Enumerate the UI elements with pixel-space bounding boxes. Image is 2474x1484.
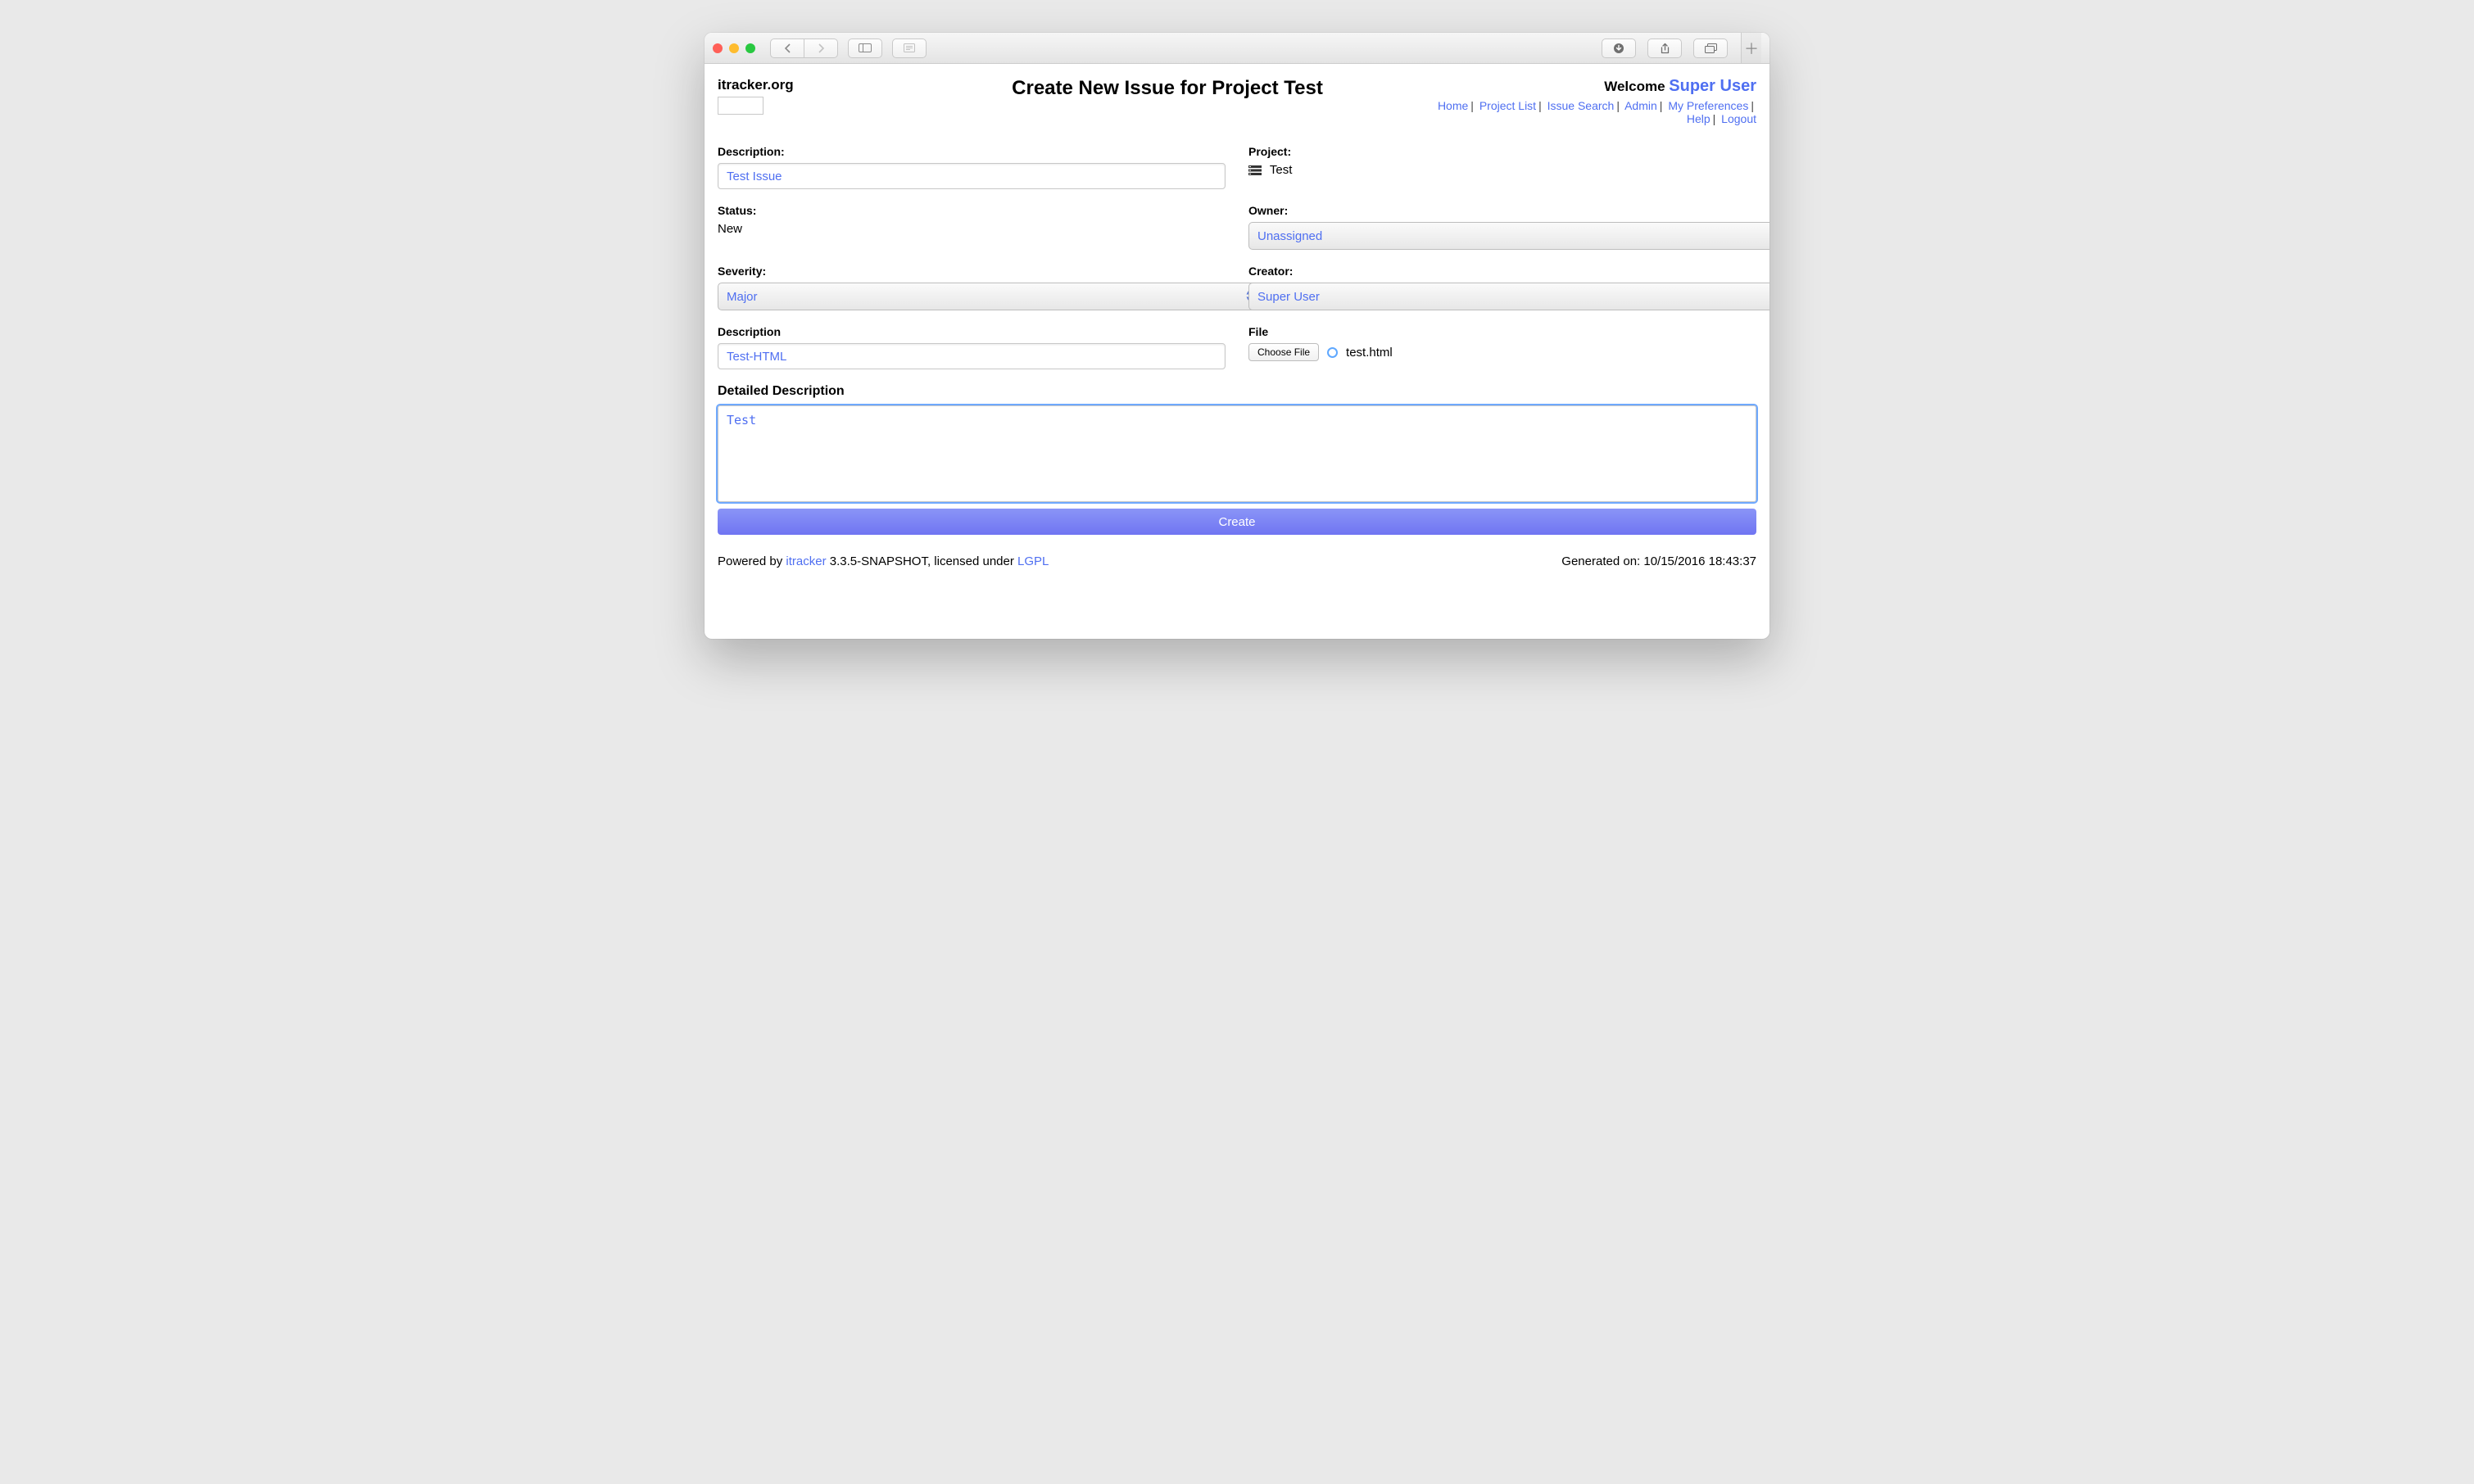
current-user: Super User: [1669, 77, 1756, 95]
powered-by-prefix: Powered by: [718, 554, 786, 568]
close-window-button[interactable]: [713, 43, 723, 53]
label-severity: Severity:: [718, 265, 1226, 278]
product-link[interactable]: itracker: [786, 554, 826, 568]
creator-select-value: Super User: [1257, 290, 1320, 304]
share-button[interactable]: [1647, 38, 1682, 58]
create-button[interactable]: Create: [718, 509, 1756, 535]
nav-project-list[interactable]: Project List: [1479, 99, 1536, 112]
welcome-prefix: Welcome: [1604, 79, 1669, 94]
label-file: File: [1248, 325, 1756, 338]
label-project: Project:: [1248, 145, 1756, 158]
sidebar-icon: [859, 43, 872, 52]
nav-back-forward: [770, 38, 838, 58]
new-tab-button[interactable]: ＋: [1741, 33, 1761, 63]
label-description: Description:: [718, 145, 1226, 158]
reader-button[interactable]: [892, 38, 927, 58]
footer-generated: Generated on: 10/15/2016 18:43:37: [1561, 554, 1756, 568]
site-title: itracker.org: [718, 77, 931, 93]
titlebar: ＋: [705, 33, 1769, 64]
project-name: Test: [1270, 163, 1293, 177]
welcome-text: Welcome Super User: [1404, 77, 1756, 96]
minimize-window-button[interactable]: [729, 43, 739, 53]
version-license-text: 3.3.5-SNAPSHOT, licensed under: [827, 554, 1017, 568]
creator-select[interactable]: Super User ▲▼: [1248, 283, 1769, 310]
page-footer: Powered by itracker 3.3.5-SNAPSHOT, lice…: [718, 554, 1756, 568]
downloads-button[interactable]: [1602, 38, 1636, 58]
footer-left: Powered by itracker 3.3.5-SNAPSHOT, lice…: [718, 554, 1049, 568]
reader-icon: [904, 43, 915, 52]
tabs-icon: [1705, 43, 1717, 53]
traffic-lights: [713, 43, 755, 53]
project-value: Test: [1248, 163, 1756, 177]
severity-select[interactable]: Major ▲▼: [718, 283, 1258, 310]
maximize-window-button[interactable]: [745, 43, 755, 53]
status-value: New: [718, 222, 1226, 236]
nav-issue-search[interactable]: Issue Search: [1547, 99, 1615, 112]
detailed-description-input[interactable]: [718, 405, 1756, 502]
nav-my-preferences[interactable]: My Preferences: [1668, 99, 1748, 112]
page-header: itracker.org Create New Issue for Projec…: [718, 77, 1756, 125]
page-content: itracker.org Create New Issue for Projec…: [705, 64, 1769, 639]
file-description-input[interactable]: [718, 343, 1226, 369]
owner-select-value: Unassigned: [1257, 229, 1322, 243]
sidebar-toggle-button[interactable]: [848, 38, 882, 58]
share-icon: [1660, 43, 1670, 54]
chevron-left-icon: [784, 43, 791, 53]
label-owner: Owner:: [1248, 204, 1756, 217]
top-nav: Home| Project List| Issue Search| Admin|…: [1404, 99, 1756, 125]
project-icon: [1248, 165, 1262, 175]
back-button[interactable]: [770, 38, 804, 58]
file-indicator-icon: [1327, 347, 1338, 358]
issue-form: Description: Project: Test Status: New O…: [718, 145, 1756, 384]
download-icon: [1613, 43, 1624, 54]
forward-button[interactable]: [804, 38, 838, 58]
label-creator: Creator:: [1248, 265, 1756, 278]
nav-help[interactable]: Help: [1687, 112, 1711, 125]
choose-file-button[interactable]: Choose File: [1248, 343, 1319, 361]
nav-admin[interactable]: Admin: [1624, 99, 1657, 112]
chevron-right-icon: [818, 43, 825, 53]
file-name: test.html: [1346, 346, 1393, 360]
nav-home[interactable]: Home: [1438, 99, 1468, 112]
page-title: Create New Issue for Project Test: [931, 77, 1404, 100]
label-status: Status:: [718, 204, 1226, 217]
tabs-button[interactable]: [1693, 38, 1728, 58]
logo-placeholder: [718, 97, 763, 115]
label-file-description: Description: [718, 325, 1226, 338]
label-detailed-description: Detailed Description: [718, 384, 1756, 399]
description-input[interactable]: [718, 163, 1226, 189]
browser-window: ＋ itracker.org Create New Issue for Proj…: [705, 33, 1769, 639]
license-link[interactable]: LGPL: [1017, 554, 1049, 568]
owner-select[interactable]: Unassigned ▲▼: [1248, 222, 1769, 250]
severity-select-value: Major: [727, 290, 758, 304]
nav-logout[interactable]: Logout: [1721, 112, 1756, 125]
